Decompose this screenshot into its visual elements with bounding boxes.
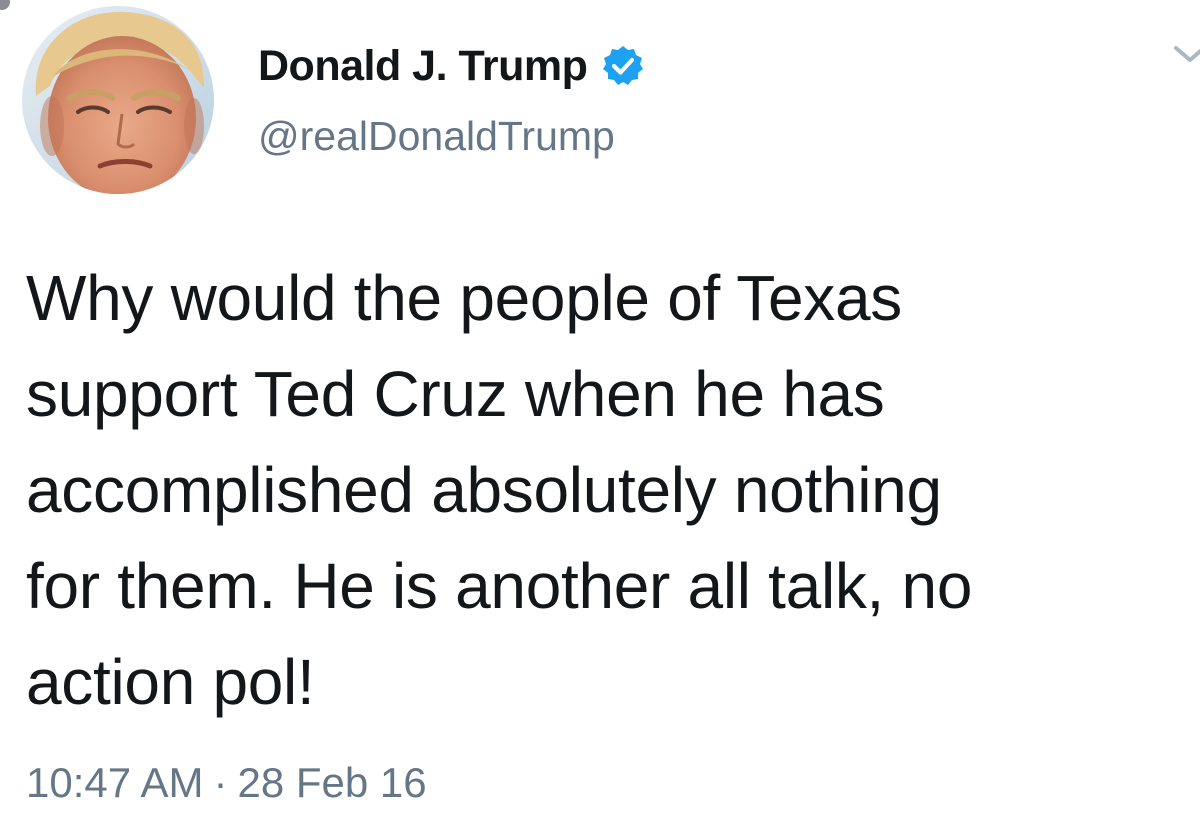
tweet-text-line: Why would the people of Texas <box>26 262 902 334</box>
tweet-date: 28 Feb 16 <box>237 759 427 806</box>
corner-dot <box>0 0 10 10</box>
tweet-text-line: for them. He is another all talk, no <box>26 550 973 622</box>
author-handle[interactable]: @realDonaldTrump <box>258 113 615 159</box>
display-name[interactable]: Donald J. Trump <box>258 44 588 88</box>
avatar[interactable] <box>22 6 214 194</box>
tweet-time: 10:47 AM <box>26 759 204 806</box>
author-name-row[interactable]: Donald J. Trump <box>258 38 645 94</box>
verified-badge-icon <box>601 44 645 88</box>
tweet-card: Donald J. Trump @realDonaldTrump Why wou… <box>0 0 1200 834</box>
avatar-image <box>22 6 214 194</box>
meta-separator: · <box>213 759 228 806</box>
tweet-timestamp[interactable]: 10:47 AM · 28 Feb 16 <box>26 759 427 806</box>
tweet-text-line: support Ted Cruz when he has <box>26 358 885 430</box>
tweet-text: Why would the people of Texas support Te… <box>26 250 1186 730</box>
tweet-text-line: action pol! <box>26 646 315 718</box>
tweet-text-line: accomplished absolutely nothing <box>26 454 942 526</box>
chevron-down-icon[interactable] <box>1170 38 1200 70</box>
